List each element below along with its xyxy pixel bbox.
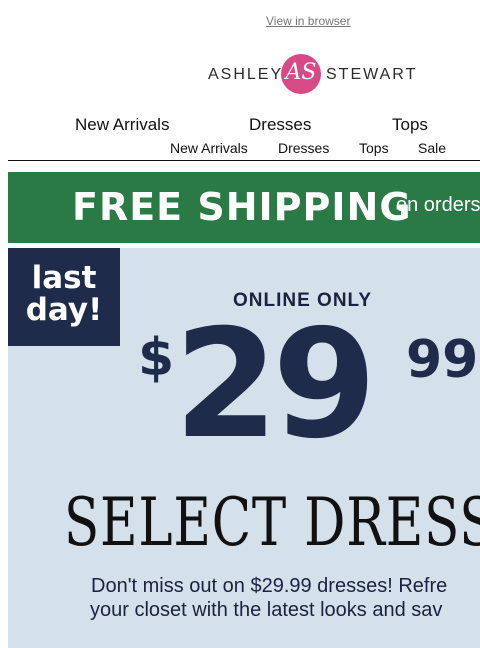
- body-line-1: Don't miss out on $29.99 dresses! Refre: [91, 575, 448, 597]
- subnav-new-arrivals[interactable]: New Arrivals: [170, 140, 248, 156]
- badge-line1: last: [31, 260, 97, 296]
- body-line-2: your closet with the latest looks and sa…: [90, 599, 443, 621]
- nav-dresses[interactable]: Dresses: [249, 115, 311, 135]
- badge-line2: day!: [25, 292, 103, 328]
- logo-monogram-icon: AS: [281, 54, 321, 94]
- nav-new-arrivals[interactable]: New Arrivals: [75, 115, 169, 135]
- shipping-subtext: on orders: [396, 194, 480, 216]
- hero-headline: SELECT DRESS: [64, 484, 480, 561]
- last-day-badge: last day!: [8, 248, 120, 346]
- free-shipping-banner[interactable]: FREE SHIPPING on orders: [8, 172, 480, 243]
- price-cents: 99: [406, 330, 479, 390]
- subnav-tops[interactable]: Tops: [359, 140, 389, 156]
- subnav-sale[interactable]: Sale: [418, 140, 446, 156]
- view-in-browser-link[interactable]: View in browser: [266, 14, 350, 28]
- logo-left-text: ASHLEY: [208, 66, 284, 83]
- shipping-headline: FREE SHIPPING: [72, 185, 412, 229]
- price-currency: $: [138, 328, 175, 388]
- logo-right-text: STEWART: [326, 66, 418, 83]
- hero-body-text: Don't miss out on $29.99 dresses! Refre …: [8, 574, 480, 622]
- nav-divider: [8, 160, 480, 161]
- subnav-dresses[interactable]: Dresses: [278, 140, 329, 156]
- nav-tops[interactable]: Tops: [392, 115, 428, 135]
- price-dollars: 29: [174, 298, 377, 472]
- promo-hero[interactable]: last day! ONLINE ONLY $ 29 99 SELECT DRE…: [8, 248, 480, 648]
